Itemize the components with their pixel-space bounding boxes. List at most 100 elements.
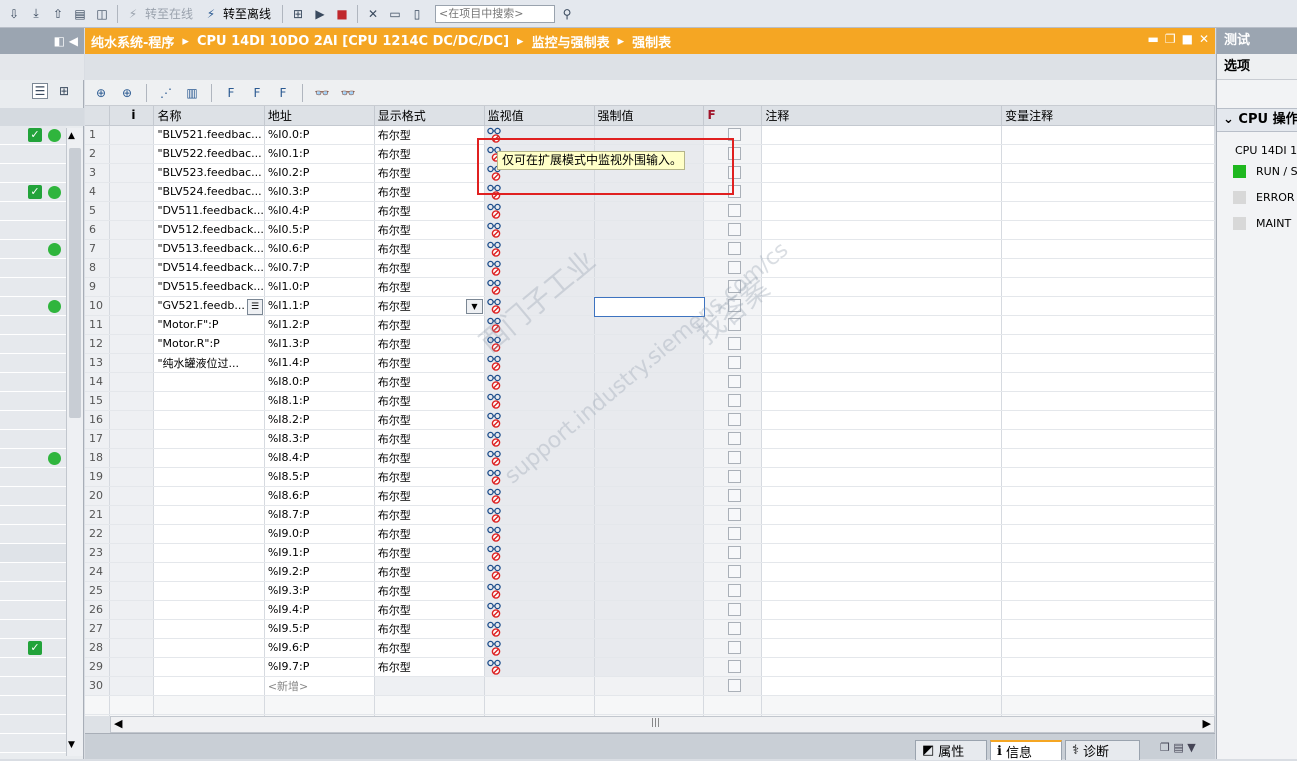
project-tree-row[interactable] bbox=[0, 259, 66, 278]
table-row[interactable]: 23 %I9.1:P 布尔型 bbox=[85, 543, 1215, 563]
force-value-cell[interactable] bbox=[594, 391, 705, 411]
display-format-cell[interactable]: 布尔型 bbox=[374, 562, 485, 582]
address-cell[interactable]: %I9.0:P bbox=[264, 524, 375, 544]
row-number[interactable]: 5 bbox=[85, 201, 111, 221]
force-value-cell[interactable] bbox=[594, 239, 705, 259]
force-checkbox-cell[interactable] bbox=[703, 562, 763, 582]
display-format-cell[interactable]: 布尔型 bbox=[374, 144, 485, 164]
force-checkbox[interactable] bbox=[727, 641, 741, 655]
row-number[interactable]: 29 bbox=[85, 657, 111, 677]
expanded-mode-icon[interactable]: ▥ bbox=[184, 85, 200, 101]
force-checkbox-cell[interactable] bbox=[703, 334, 763, 354]
force-value-cell[interactable] bbox=[594, 543, 705, 563]
row-number[interactable]: 22 bbox=[85, 524, 111, 544]
comment-cell[interactable] bbox=[761, 562, 1003, 582]
table-row[interactable]: 24 %I9.2:P 布尔型 bbox=[85, 562, 1215, 582]
rt-icon[interactable]: ◫ bbox=[94, 6, 110, 22]
display-format-cell[interactable]: 布尔型 bbox=[374, 543, 485, 563]
project-tree-row[interactable] bbox=[0, 696, 66, 715]
comment-cell[interactable] bbox=[761, 201, 1003, 221]
column-header-tag-comment[interactable]: 变量注释 bbox=[1001, 106, 1215, 126]
comment-cell[interactable] bbox=[761, 486, 1003, 506]
project-tree-row[interactable]: ✓ bbox=[0, 639, 66, 658]
display-format-cell[interactable]: 布尔型 bbox=[374, 334, 485, 354]
force-checkbox[interactable] bbox=[727, 603, 741, 617]
tag-name-cell[interactable] bbox=[153, 524, 265, 544]
comment-cell[interactable] bbox=[761, 182, 1003, 202]
row-number[interactable]: 16 bbox=[85, 410, 111, 430]
project-tree-row[interactable] bbox=[0, 715, 66, 734]
address-cell[interactable]: %I8.2:P bbox=[264, 410, 375, 430]
force-checkbox[interactable] bbox=[727, 546, 741, 560]
tag-name-cell[interactable]: "DV513.feedback... bbox=[153, 239, 265, 259]
force-checkbox[interactable] bbox=[727, 261, 741, 275]
table-row[interactable]: 27 %I9.5:P 布尔型 bbox=[85, 619, 1215, 639]
project-tree-row[interactable] bbox=[0, 354, 66, 373]
row-number[interactable]: 13 bbox=[85, 353, 111, 373]
display-format-cell[interactable]: 布尔型 bbox=[374, 182, 485, 202]
table-row[interactable]: 21 %I8.7:P 布尔型 bbox=[85, 505, 1215, 525]
inspector-window-controls[interactable]: ❐ ▤ ▼ bbox=[1160, 741, 1196, 754]
force-checkbox-cell[interactable] bbox=[703, 277, 763, 297]
force-icon[interactable]: F bbox=[249, 85, 265, 101]
display-format-cell[interactable]: 布尔型 bbox=[374, 429, 485, 449]
address-cell[interactable]: %I8.0:P bbox=[264, 372, 375, 392]
force-checkbox[interactable] bbox=[727, 394, 741, 408]
force-checkbox[interactable] bbox=[727, 679, 741, 693]
display-format-cell[interactable]: 布尔型 bbox=[374, 220, 485, 240]
comment-cell[interactable] bbox=[761, 277, 1003, 297]
row-number[interactable]: 27 bbox=[85, 619, 111, 639]
project-tree-row[interactable] bbox=[0, 734, 66, 753]
project-tree-row[interactable] bbox=[0, 316, 66, 335]
display-format-cell[interactable]: 布尔型 bbox=[374, 277, 485, 297]
force-value-cell[interactable] bbox=[594, 258, 705, 278]
project-tree-row[interactable] bbox=[0, 620, 66, 639]
force-checkbox[interactable] bbox=[727, 299, 741, 313]
comment-cell[interactable] bbox=[761, 391, 1003, 411]
address-cell[interactable]: %I1.4:P bbox=[264, 353, 375, 373]
tag-name-cell[interactable]: "BLV522.feedbac... bbox=[153, 144, 265, 164]
comment-cell[interactable] bbox=[761, 220, 1003, 240]
address-cell[interactable]: %I8.5:P bbox=[264, 467, 375, 487]
row-number[interactable]: 4 bbox=[85, 182, 111, 202]
force-value-cell[interactable] bbox=[594, 353, 705, 373]
address-cell[interactable]: %I1.2:P bbox=[264, 315, 375, 335]
force-checkbox[interactable] bbox=[727, 337, 741, 351]
go-offline-icon[interactable]: ⚡ bbox=[203, 6, 219, 22]
display-format-cell[interactable]: 布尔型 bbox=[374, 391, 485, 411]
insert-row-icon[interactable]: ⊕ bbox=[93, 85, 109, 101]
table-row[interactable]: 5 "DV511.feedback... %I0.4:P 布尔型 bbox=[85, 201, 1215, 221]
project-tree-row[interactable] bbox=[0, 506, 66, 525]
comment-cell[interactable] bbox=[761, 505, 1003, 525]
address-cell[interactable]: %I0.3:P bbox=[264, 182, 375, 202]
force-checkbox-cell[interactable] bbox=[703, 429, 763, 449]
column-header-force-value[interactable]: 强制值 bbox=[594, 106, 705, 126]
row-number[interactable]: 12 bbox=[85, 334, 111, 354]
column-header-monitor-value[interactable]: 监视值 bbox=[484, 106, 595, 126]
address-cell[interactable]: %I9.2:P bbox=[264, 562, 375, 582]
comment-cell[interactable] bbox=[761, 258, 1003, 278]
row-number[interactable]: 21 bbox=[85, 505, 111, 525]
row-number[interactable]: 10 bbox=[85, 296, 111, 316]
project-tree-scrollbar[interactable]: ▲ ▼ bbox=[66, 128, 83, 756]
project-tree-row[interactable] bbox=[0, 449, 66, 468]
project-tree-row[interactable] bbox=[0, 658, 66, 677]
tag-name-cell[interactable]: "Motor.F":P bbox=[153, 315, 265, 335]
comment-cell[interactable] bbox=[761, 600, 1003, 620]
tag-browse-icon[interactable]: ☰ bbox=[247, 299, 263, 315]
split-horizontal-icon[interactable]: ▭ bbox=[387, 6, 403, 22]
force-checkbox-cell[interactable] bbox=[703, 600, 763, 620]
comment-cell[interactable] bbox=[761, 619, 1003, 639]
force-value-cell[interactable] bbox=[594, 562, 705, 582]
table-row[interactable]: 13 "纯水罐液位过... %I1.4:P 布尔型 bbox=[85, 353, 1215, 373]
display-format-cell[interactable]: 布尔型 bbox=[374, 353, 485, 373]
row-number[interactable]: 26 bbox=[85, 600, 111, 620]
force-checkbox-cell[interactable] bbox=[703, 467, 763, 487]
table-row[interactable]: 20 %I8.6:P 布尔型 bbox=[85, 486, 1215, 506]
display-format-cell[interactable]: 布尔型 bbox=[374, 239, 485, 259]
force-value-cell[interactable] bbox=[594, 220, 705, 240]
show-hide-columns-icon[interactable]: ⋰ bbox=[158, 85, 174, 101]
table-row[interactable]: 22 %I9.0:P 布尔型 bbox=[85, 524, 1215, 544]
monitor-once-icon[interactable]: 👓 bbox=[340, 85, 356, 101]
address-cell[interactable]: %I0.4:P bbox=[264, 201, 375, 221]
